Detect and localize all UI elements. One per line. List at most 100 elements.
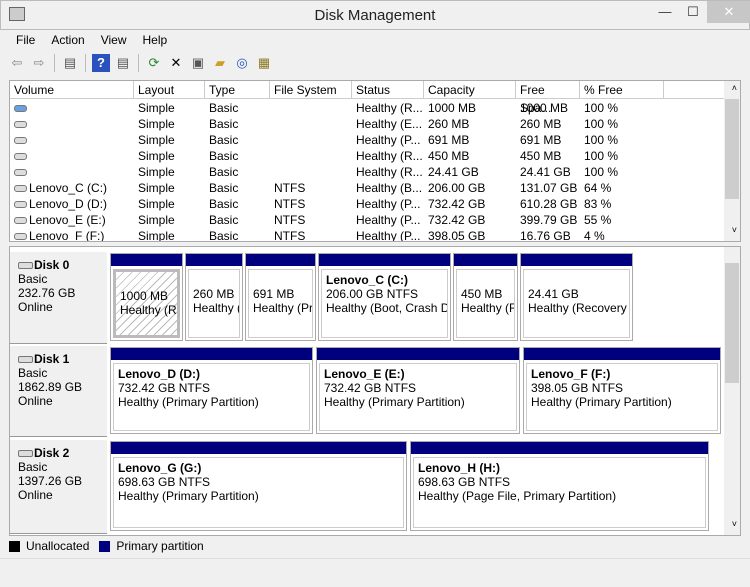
help-icon[interactable]: ? xyxy=(92,54,110,72)
partition[interactable]: 260 MB Healthy ( xyxy=(185,253,243,341)
console-tree-icon[interactable]: ▤ xyxy=(61,54,79,72)
table-row[interactable]: Lenovo_F (F:) Simple Basic NTFS Healthy (P..… xyxy=(10,228,726,242)
cell-text: Basic xyxy=(209,133,239,147)
table-row[interactable]: Simple Basic Healthy (R... 1000 MB 1000 MB 10… xyxy=(10,100,726,116)
partition-size: 698.63 GB NTFS xyxy=(118,475,211,489)
table-row[interactable]: Lenovo_E (E:) Simple Basic NTFS Healthy (P..… xyxy=(10,212,726,228)
partition-type-bar xyxy=(521,254,632,266)
cell-text: Simple xyxy=(138,213,175,227)
maximize-button[interactable]: ☐ xyxy=(679,1,707,23)
cell-4: Healthy (P... xyxy=(352,132,424,148)
cell-6: 16.76 GB xyxy=(516,228,580,241)
menu-file[interactable]: File xyxy=(8,31,43,49)
disk-graphical-view: Disk 0 Basic 232.76 GB Online 1000 MB Healthy… xyxy=(9,246,741,536)
partition[interactable]: 450 MB Healthy (R xyxy=(453,253,518,341)
cell-2: Basic xyxy=(205,164,270,180)
legend-unallocated: Unallocated xyxy=(26,539,90,553)
column-header-7[interactable]: % Free xyxy=(580,81,664,99)
volume-icon xyxy=(14,105,27,113)
table-row[interactable]: Simple Basic Healthy (P... 691 MB 691 MB 100 … xyxy=(10,132,726,148)
disk-name: Disk 1 xyxy=(34,352,70,366)
cell-2: Basic xyxy=(205,228,270,241)
cell-3: NTFS xyxy=(270,212,352,228)
back-icon[interactable]: ⇦ xyxy=(8,54,26,72)
delete-icon[interactable]: ✕ xyxy=(167,54,185,72)
close-button[interactable]: ✕ xyxy=(707,1,750,23)
action-pane-icon[interactable]: ▤ xyxy=(114,54,132,72)
column-header-0[interactable]: Volume xyxy=(10,81,134,99)
settings-icon[interactable]: ▦ xyxy=(255,54,273,72)
partition[interactable]: Lenovo_E (E:) 732.42 GB NTFS Healthy (Prim… xyxy=(316,347,520,434)
disk-label[interactable]: Disk 0 Basic 232.76 GB Online xyxy=(10,252,107,344)
cell-text: Lenovo_E (E:) xyxy=(29,213,106,227)
cell-7: 100 % xyxy=(580,148,664,164)
partition[interactable]: 691 MB Healthy (Pr xyxy=(245,253,316,341)
menu-action[interactable]: Action xyxy=(43,31,92,49)
explore-icon[interactable]: ◎ xyxy=(233,54,251,72)
column-header-3[interactable]: File System xyxy=(270,81,352,99)
cell-text: Healthy (R... xyxy=(356,149,423,163)
disk-icon xyxy=(18,356,33,363)
partition-type-bar xyxy=(524,348,720,360)
column-header-1[interactable]: Layout xyxy=(134,81,205,99)
forward-icon[interactable]: ⇨ xyxy=(30,54,48,72)
cell-5: 691 MB xyxy=(424,132,516,148)
cell-7: 100 % xyxy=(580,164,664,180)
scroll-up-icon[interactable]: ˄ xyxy=(732,83,737,93)
cell-0 xyxy=(10,164,134,180)
scroll-down-icon[interactable]: ˅ xyxy=(732,225,737,235)
cell-text: 131.07 GB xyxy=(520,181,578,195)
table-row[interactable]: Simple Basic Healthy (E... 260 MB 260 MB 100 … xyxy=(10,116,726,132)
column-header-5[interactable]: Capacity xyxy=(424,81,516,99)
refresh-icon[interactable]: ⟳ xyxy=(145,54,163,72)
disk-label[interactable]: Disk 2 Basic 1397.26 GB Online xyxy=(10,440,107,534)
disk-type: Basic xyxy=(18,460,48,474)
partition[interactable]: Lenovo_F (F:) 398.05 GB NTFS Healthy (Prim… xyxy=(523,347,721,434)
table-row[interactable]: Lenovo_C (C:) Simple Basic NTFS Healthy (B..… xyxy=(10,180,726,196)
menu-help[interactable]: Help xyxy=(135,31,176,49)
cell-2: Basic xyxy=(205,196,270,212)
cell-text: Simple xyxy=(138,229,175,242)
cell-text: NTFS xyxy=(274,197,306,211)
disk-size: 1862.89 GB xyxy=(18,380,83,394)
table-row[interactable]: Simple Basic Healthy (R... 24.41 GB 24.41 GB… xyxy=(10,164,726,180)
column-header-2[interactable]: Type xyxy=(205,81,270,99)
cell-text: 24.41 GB xyxy=(520,165,571,179)
properties-icon[interactable]: ▣ xyxy=(189,54,207,72)
scrollbar-thumb[interactable] xyxy=(725,99,739,199)
cell-text: Simple xyxy=(138,117,175,131)
menu-view[interactable]: View xyxy=(93,31,135,49)
partition[interactable]: Lenovo_C (C:) 206.00 GB NTFS Healthy (Boot… xyxy=(318,253,451,341)
cell-text: 260 MB xyxy=(428,117,470,131)
cell-7: 100 % xyxy=(580,116,664,132)
partition-body: 24.41 GB Healthy (Recovery P xyxy=(523,269,630,338)
partition-size: 732.42 GB NTFS xyxy=(118,381,211,395)
column-header-6[interactable]: Free Spa... xyxy=(516,81,580,115)
cell-text: Healthy (R... xyxy=(356,165,423,179)
graph-scrollbar-thumb[interactable] xyxy=(725,263,739,383)
partition-status: Healthy (Primary Partition) xyxy=(118,395,259,409)
partition-body: Lenovo_E (E:) 732.42 GB NTFS Healthy (Prim… xyxy=(319,363,517,431)
cell-6: 399.79 GB xyxy=(516,212,580,228)
partition[interactable]: 1000 MBHealthy (Rec xyxy=(110,253,183,341)
minimize-button[interactable]: — xyxy=(651,1,679,23)
cell-0 xyxy=(10,100,134,116)
open-icon[interactable]: ▰ xyxy=(211,54,229,72)
partition-body: Lenovo_F (F:) 398.05 GB NTFS Healthy (Prim… xyxy=(526,363,718,431)
cell-0 xyxy=(10,116,134,132)
partition[interactable]: Lenovo_H (H:) 698.63 GB NTFS Healthy (Page… xyxy=(410,441,709,531)
cell-1: Simple xyxy=(134,132,205,148)
table-row[interactable]: Simple Basic Healthy (R... 450 MB 450 MB 100 … xyxy=(10,148,726,164)
partition[interactable]: Lenovo_G (G:) 698.63 GB NTFS Healthy (Prim… xyxy=(110,441,407,531)
cell-text: 399.79 GB xyxy=(520,213,578,227)
cell-0 xyxy=(10,148,134,164)
partition[interactable]: Lenovo_D (D:) 732.42 GB NTFS Healthy (Prim… xyxy=(110,347,313,434)
table-row[interactable]: Lenovo_D (D:) Simple Basic NTFS Healthy (P..… xyxy=(10,196,726,212)
column-header-4[interactable]: Status xyxy=(352,81,424,99)
cell-text: 55 % xyxy=(584,213,612,227)
scroll-down-icon[interactable]: ˅ xyxy=(732,519,737,529)
cell-4: Healthy (R... xyxy=(352,148,424,164)
volume-icon xyxy=(14,233,27,241)
disk-label[interactable]: Disk 1 Basic 1862.89 GB Online xyxy=(10,346,107,437)
partition[interactable]: 24.41 GB Healthy (Recovery P xyxy=(520,253,633,341)
